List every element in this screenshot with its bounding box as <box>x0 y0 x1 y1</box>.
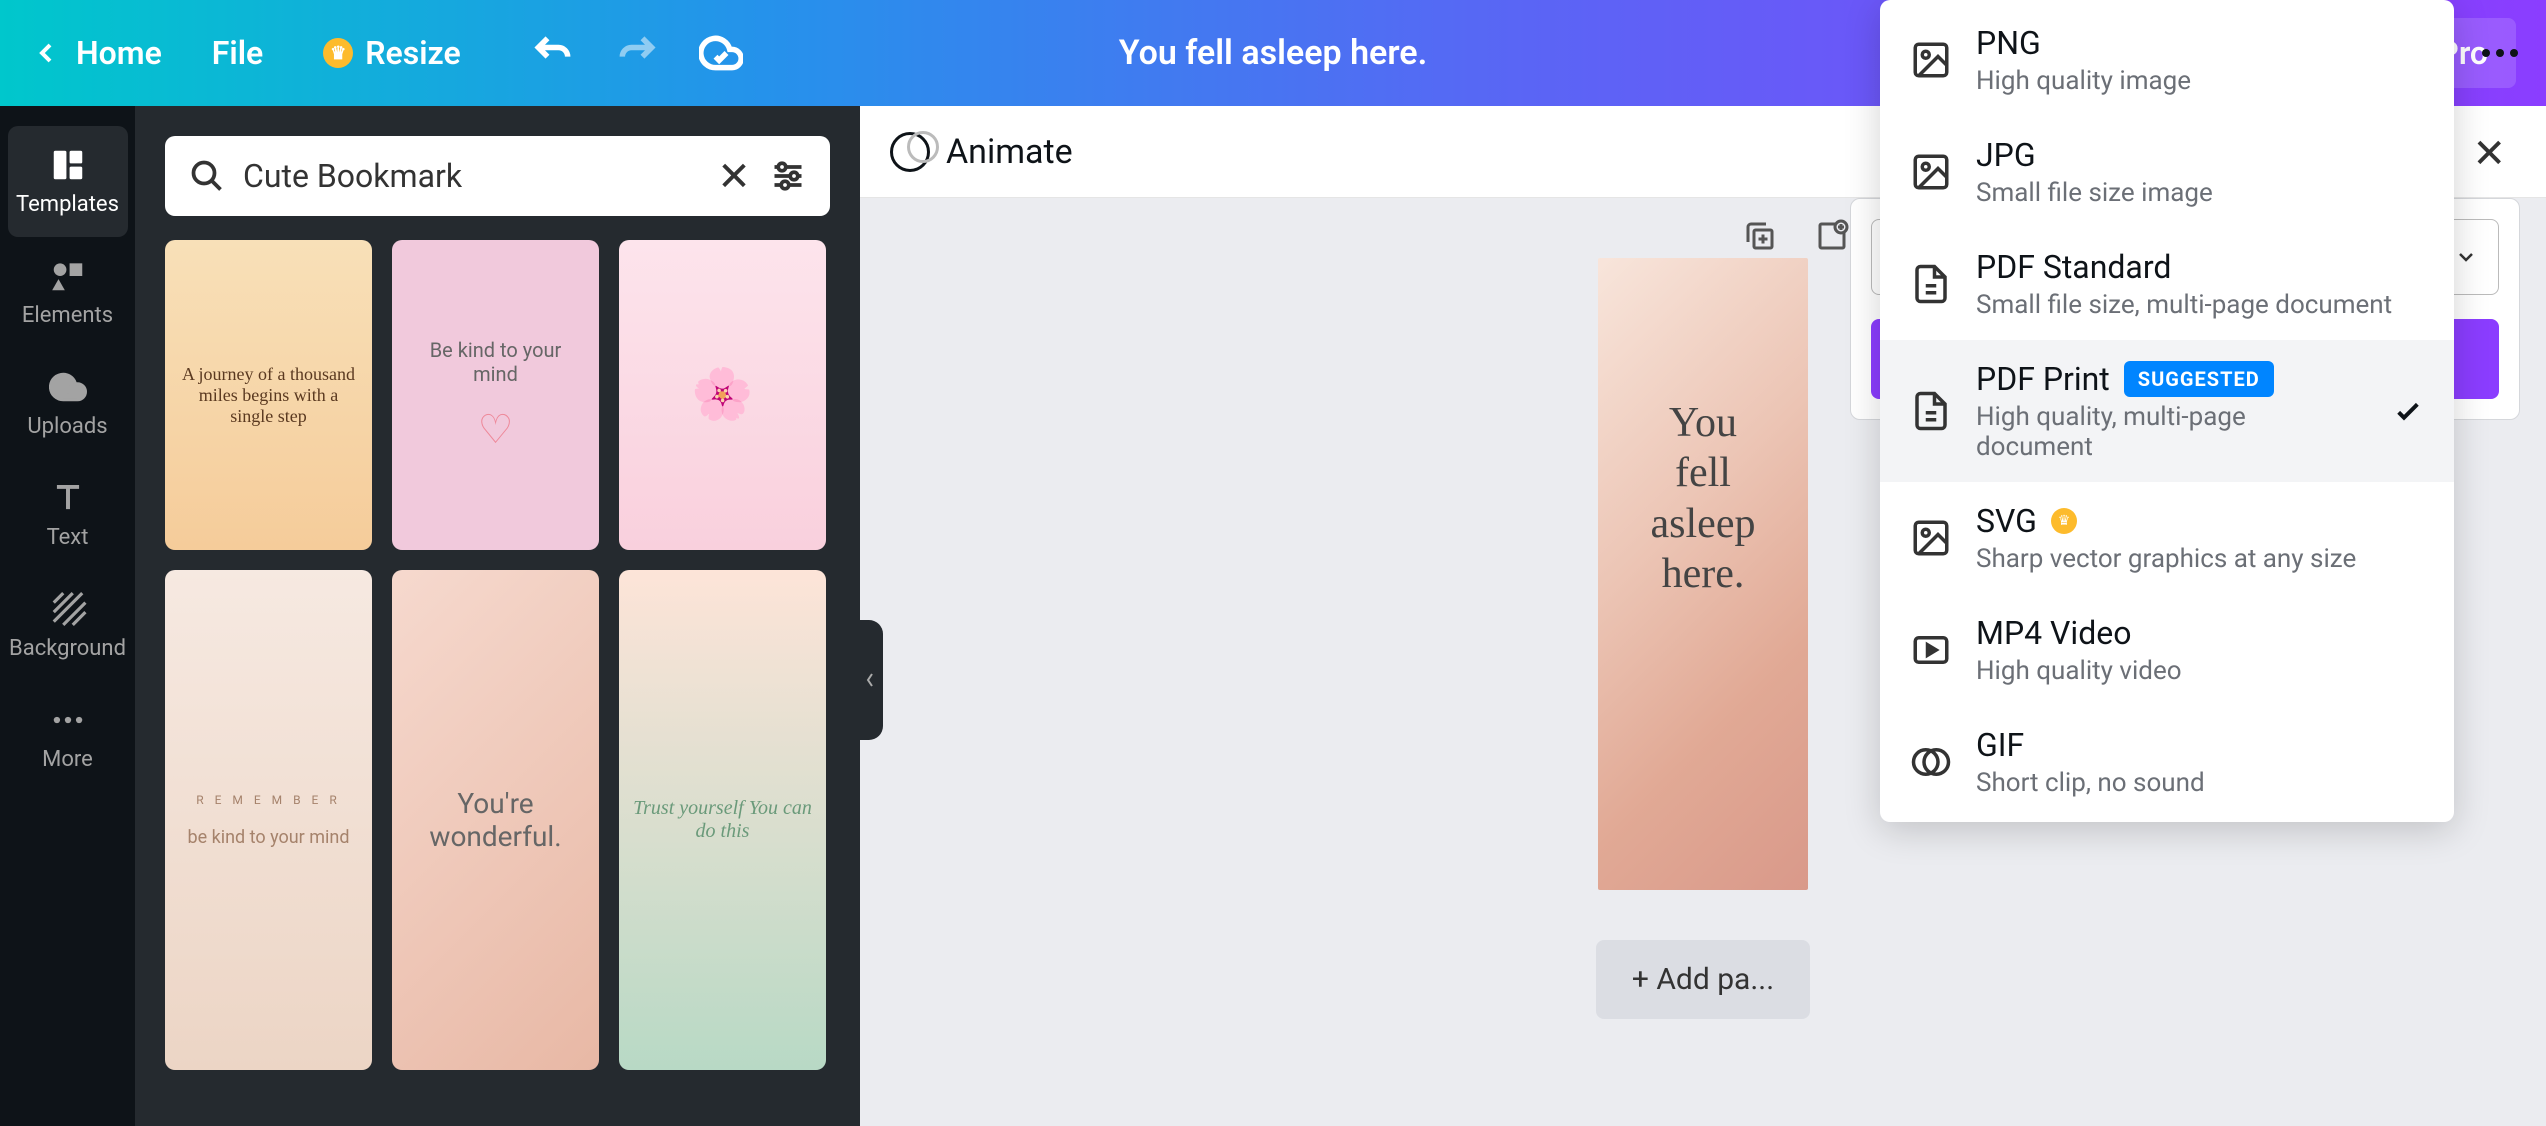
format-title: PNG <box>1976 24 2041 62</box>
nav-templates[interactable]: Templates <box>8 126 128 237</box>
format-title: SVG <box>1976 502 2037 540</box>
search-input[interactable] <box>243 157 716 195</box>
home-button[interactable]: Home <box>30 34 162 72</box>
collapse-panel-button[interactable] <box>857 620 883 740</box>
image-icon <box>1910 151 1952 193</box>
nav-label: Text <box>47 525 89 550</box>
nav-text[interactable]: Text <box>8 459 128 570</box>
format-desc: High quality, multi-page document <box>1976 402 2368 462</box>
format-title: PDF Print <box>1976 360 2110 398</box>
suggested-badge: SUGGESTED <box>2124 361 2274 397</box>
animate-icon <box>890 132 930 172</box>
format-option-jpg[interactable]: JPG Small file size image <box>1880 116 2454 228</box>
close-download-panel-button[interactable]: ✕ <box>2472 130 2506 177</box>
template-thumb[interactable]: Trust yourself You can do this <box>619 570 826 1070</box>
gif-icon <box>1910 741 1952 783</box>
cloud-sync-button[interactable] <box>699 31 743 75</box>
text-icon <box>49 479 87 517</box>
format-desc: Small file size image <box>1976 178 2424 208</box>
animate-button[interactable]: Animate <box>890 132 1073 172</box>
format-option-gif[interactable]: GIF Short clip, no sound <box>1880 706 2454 818</box>
format-title: GIF <box>1976 726 2024 764</box>
format-desc: Sharp vector graphics at any size <box>1976 544 2424 574</box>
add-page-button[interactable] <box>1814 218 1850 254</box>
check-icon <box>2392 395 2424 427</box>
template-thumb[interactable]: 🌸 <box>619 240 826 550</box>
chevron-down-icon <box>2454 245 2478 269</box>
redo-button[interactable] <box>615 31 659 75</box>
canvas-text[interactable]: Youfellasleephere. <box>1651 398 1756 600</box>
nav-more[interactable]: More <box>8 681 128 792</box>
template-thumb[interactable]: R E M E M B E R be kind to your mind <box>165 570 372 1070</box>
format-desc: Short clip, no sound <box>1976 768 2424 798</box>
thumb-text: be kind to your mind <box>187 827 349 848</box>
format-option-png[interactable]: PNG High quality image <box>1880 4 2454 116</box>
animate-label: Animate <box>946 132 1073 172</box>
redo-icon <box>615 31 659 75</box>
resize-button[interactable]: Resize <box>323 34 460 72</box>
templates-icon <box>49 146 87 184</box>
template-thumb[interactable]: You're wonderful. <box>392 570 599 1070</box>
nav-label: Templates <box>16 192 119 217</box>
image-icon <box>1910 39 1952 81</box>
format-title: PDF Standard <box>1976 248 2171 286</box>
nav-label: Elements <box>22 303 113 328</box>
resize-label: Resize <box>365 34 460 72</box>
format-option-pdf-print[interactable]: PDF Print SUGGESTED High quality, multi-… <box>1880 340 2454 482</box>
template-thumb[interactable]: Be kind to your mind♡ <box>392 240 599 550</box>
elements-icon <box>49 257 87 295</box>
search-box: ✕ <box>165 136 830 216</box>
nav-background[interactable]: Background <box>8 570 128 681</box>
nav-label: Uploads <box>27 414 107 439</box>
crown-icon <box>323 38 353 68</box>
undo-icon <box>531 31 575 75</box>
format-title: MP4 Video <box>1976 614 2131 652</box>
template-thumb[interactable]: A journey of a thousand miles begins wit… <box>165 240 372 550</box>
document-icon <box>1910 390 1952 432</box>
format-desc: High quality image <box>1976 66 2424 96</box>
undo-button[interactable] <box>531 31 575 75</box>
pro-crown-icon <box>2051 508 2077 534</box>
chevron-left-icon <box>30 37 62 69</box>
home-label: Home <box>76 34 162 72</box>
chevron-left-icon <box>864 670 876 690</box>
template-grid[interactable]: A journey of a thousand miles begins wit… <box>165 240 830 1090</box>
format-desc: Small file size, multi-page document <box>1976 290 2424 320</box>
document-icon <box>1910 263 1952 305</box>
thumb-text: R E M E M B E R <box>187 793 349 807</box>
design-canvas[interactable]: Youfellasleephere. <box>1598 258 1808 890</box>
video-icon <box>1910 629 1952 671</box>
format-option-svg[interactable]: SVG Sharp vector graphics at any size <box>1880 482 2454 594</box>
clear-search-button[interactable]: ✕ <box>716 158 752 194</box>
format-option-mp4[interactable]: MP4 Video High quality video <box>1880 594 2454 706</box>
add-page-button-bottom[interactable]: + Add pa... <box>1596 940 1810 1019</box>
left-nav: Templates Elements Uploads Text Backgrou… <box>0 106 135 1126</box>
nav-label: Background <box>9 636 126 661</box>
duplicate-page-button[interactable] <box>1742 218 1778 254</box>
format-desc: High quality video <box>1976 656 2424 686</box>
cloud-check-icon <box>699 31 743 75</box>
page-tools <box>1742 218 1850 254</box>
more-icon <box>49 701 87 739</box>
document-title[interactable]: You fell asleep here. <box>1119 33 1427 73</box>
format-title: JPG <box>1976 136 2036 174</box>
nav-uploads[interactable]: Uploads <box>8 348 128 459</box>
thumb-text: Be kind to your mind <box>430 338 562 386</box>
search-icon <box>189 158 225 194</box>
image-icon <box>1910 517 1952 559</box>
file-button[interactable]: File <box>212 34 263 72</box>
nav-elements[interactable]: Elements <box>8 237 128 348</box>
format-option-pdf-standard[interactable]: PDF Standard Small file size, multi-page… <box>1880 228 2454 340</box>
nav-label: More <box>42 747 93 772</box>
more-menu-button[interactable] <box>2482 49 2518 57</box>
filter-button[interactable] <box>770 158 806 194</box>
templates-panel: ✕ A journey of a thousand miles begins w… <box>135 106 860 1126</box>
download-format-dropdown: PNG High quality image JPG Small file si… <box>1880 0 2454 822</box>
background-icon <box>49 590 87 628</box>
uploads-icon <box>49 368 87 406</box>
